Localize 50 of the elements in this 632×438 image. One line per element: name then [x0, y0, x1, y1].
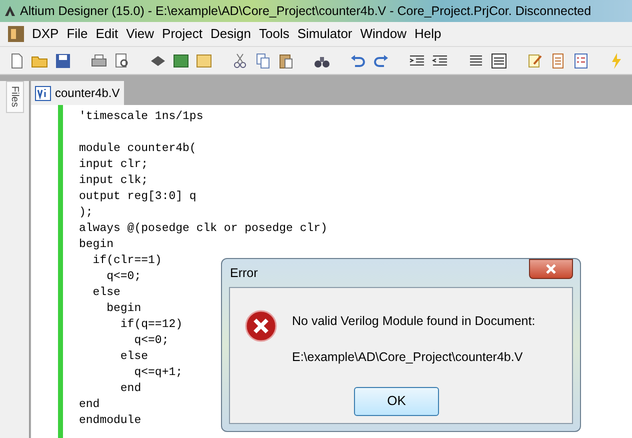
print-icon[interactable]: [90, 52, 108, 70]
checklist-icon[interactable]: [572, 52, 590, 70]
menu-item[interactable]: File: [66, 24, 88, 44]
dxp-logo-icon: [8, 26, 24, 42]
code-line: begin: [106, 301, 142, 317]
code-line: input clr;: [79, 157, 148, 173]
code-line: q<=0;: [106, 269, 142, 285]
list-icon[interactable]: [490, 52, 508, 70]
code-line: 'timescale 1ns/1ps: [79, 109, 204, 125]
menu-item[interactable]: View: [126, 24, 154, 44]
code-line: input clk;: [79, 173, 148, 189]
file-path: E:\example\AD\Core_Project\counter4b.V: [292, 348, 524, 366]
code-line: endmodule: [79, 413, 142, 429]
code-line: module counter4b(: [79, 141, 196, 157]
code-line: );: [79, 205, 93, 221]
code-line: if(clr==1): [92, 253, 162, 269]
code-line: q<=0;: [133, 333, 169, 349]
error-message: No valid Verilog Module found in Document:: [292, 313, 536, 330]
document-tab[interactable]: counter4b.V: [31, 81, 124, 105]
code-line: always @(posedge clk or posedge clr): [79, 221, 328, 237]
menu-item[interactable]: Tools: [258, 24, 290, 44]
edit-note-icon[interactable]: [526, 52, 544, 70]
dialog-title: Error: [229, 264, 258, 282]
menu-item[interactable]: Window: [360, 24, 407, 44]
menu-item[interactable]: Help: [414, 24, 442, 44]
code-line: output reg[3:0] q: [79, 189, 196, 205]
menu-item[interactable]: DXP: [32, 24, 59, 44]
cut-icon[interactable]: [231, 52, 249, 70]
menu-item[interactable]: Design: [210, 24, 251, 44]
menu-item[interactable]: Project: [162, 24, 203, 44]
menu-item[interactable]: Simulator: [297, 24, 352, 44]
code-line: else: [119, 349, 148, 365]
verilog-file-icon: [35, 86, 51, 100]
window-title: Altium Designer (15.0) - E:\example\AD\Core_Project\counter4b.V - Core_Project.PrjCor. Disconnected: [20, 2, 592, 20]
close-icon: [546, 264, 556, 274]
code-line: if(q==12): [119, 317, 183, 333]
ok-button[interactable]: OK: [354, 386, 439, 416]
code-line: else: [92, 285, 120, 301]
copy-icon[interactable]: [254, 52, 272, 70]
files-panel-tab[interactable]: Files: [6, 81, 24, 113]
close-button[interactable]: [529, 259, 573, 279]
code-line: q<=q+1;: [133, 365, 183, 381]
code-line: end: [79, 397, 100, 413]
paste-icon[interactable]: [277, 52, 295, 70]
save-icon[interactable]: [54, 52, 72, 70]
app-logo-icon: [4, 5, 16, 17]
menu-item[interactable]: Edit: [96, 24, 118, 44]
error-icon: [245, 310, 277, 342]
code-line: begin: [79, 237, 114, 253]
code-line: end: [119, 381, 142, 397]
